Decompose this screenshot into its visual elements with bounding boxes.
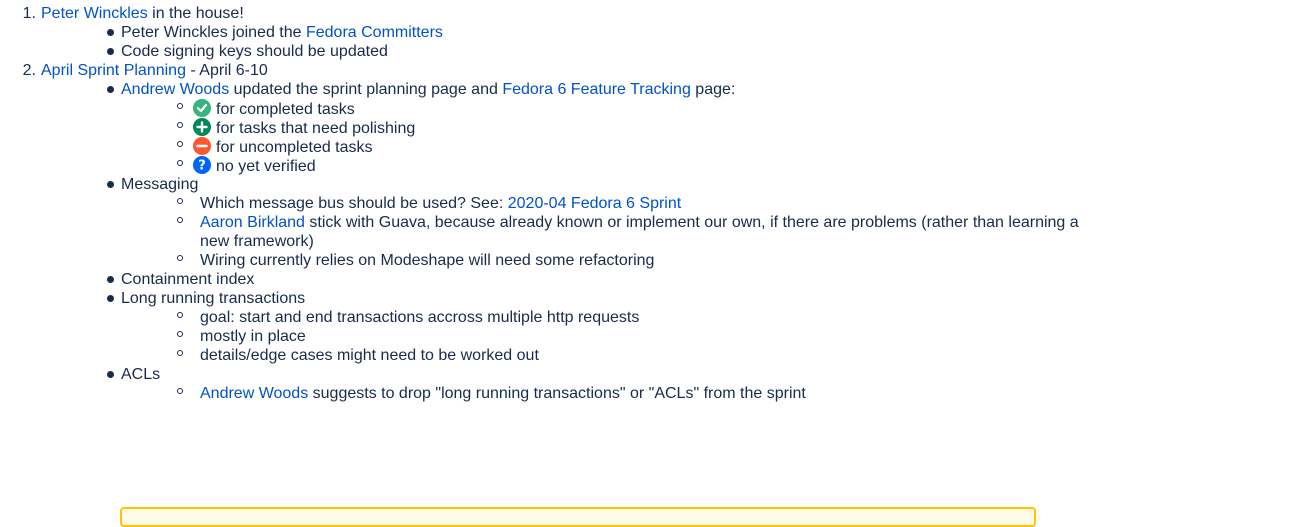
item-text: new framework)	[200, 233, 314, 250]
bullet-disc	[107, 276, 114, 283]
minus-circle-icon	[193, 137, 211, 155]
item-text: for uncompleted tasks	[216, 139, 373, 156]
bullet-circle	[177, 141, 183, 147]
item-text: suggests to drop "long running transacti…	[308, 385, 806, 402]
item-text: for completed tasks	[216, 101, 355, 118]
item-text: Code signing keys should be updated	[121, 43, 388, 60]
bullet-disc	[107, 181, 114, 188]
item-text: in the house!	[147, 5, 244, 22]
bullet-circle	[177, 255, 183, 261]
bullet-disc	[107, 86, 114, 93]
bullet-circle	[177, 160, 183, 166]
user-link-andrew-woods[interactable]: Andrew Woods	[200, 385, 308, 402]
bullet-disc	[107, 295, 114, 302]
item-text: details/edge cases might need to be work…	[200, 347, 539, 364]
list-number: 1.	[22, 5, 36, 22]
question-circle-icon: ?	[193, 156, 211, 174]
bullet-circle	[177, 122, 183, 128]
plus-circle-icon	[193, 118, 211, 136]
bullet-disc	[107, 48, 114, 55]
item-text: goal: start and end transactions accross…	[200, 309, 640, 326]
bullet-circle	[177, 350, 183, 356]
bullet-circle	[177, 407, 183, 413]
fedora-6-sprint-link[interactable]: 2020-04 Fedora 6 Sprint	[508, 195, 681, 212]
bullet-disc	[107, 371, 114, 378]
bullet-circle	[177, 198, 183, 204]
item-text: updated the sprint planning page and	[229, 81, 503, 98]
bullet-disc	[107, 29, 114, 36]
bullet-circle	[177, 217, 183, 223]
bullet-circle	[177, 312, 183, 318]
fedora-committers-link[interactable]: Fedora Committers	[306, 24, 443, 41]
item-text: Which message bus should be used? See:	[200, 195, 508, 212]
list-number: 2.	[22, 62, 36, 79]
item-text: no yet verified	[216, 158, 316, 175]
item-text: ACLs	[121, 366, 161, 383]
item-text: Wiring currently relies on Modeshape wil…	[200, 252, 655, 269]
item-text: stick with Guava, because already known …	[304, 214, 1079, 231]
user-link-danny-bernstein[interactable]: Danny Bernstein	[200, 404, 318, 421]
item-text: for tasks that need polishing	[216, 120, 416, 137]
warning-panel	[120, 507, 1036, 527]
bullet-circle	[177, 103, 183, 109]
user-link-aaron-birkland[interactable]: Aaron Birkland	[200, 214, 305, 231]
item-text: Peter Winckles joined the	[121, 24, 306, 41]
user-link-andrew-woods[interactable]: Andrew Woods	[121, 81, 229, 98]
bullet-circle	[177, 388, 183, 394]
svg-text:?: ?	[198, 159, 206, 174]
user-link-peter-winckles[interactable]: Peter Winckles	[41, 5, 148, 22]
feature-tracking-link[interactable]: Fedora 6 Feature Tracking	[502, 81, 691, 98]
item-text: drop ACLs from the next sprint because r…	[318, 404, 733, 421]
item-text: page:	[690, 81, 736, 98]
april-sprint-planning-link[interactable]: April Sprint Planning	[41, 62, 186, 79]
item-text: mostly in place	[200, 328, 306, 345]
item-text: Long running transactions	[121, 290, 306, 307]
check-circle-icon	[193, 99, 211, 117]
item-text: Messaging	[121, 176, 199, 193]
item-text: Containment index	[121, 271, 255, 288]
item-text: - April 6-10	[185, 62, 268, 79]
bullet-circle	[177, 331, 183, 337]
